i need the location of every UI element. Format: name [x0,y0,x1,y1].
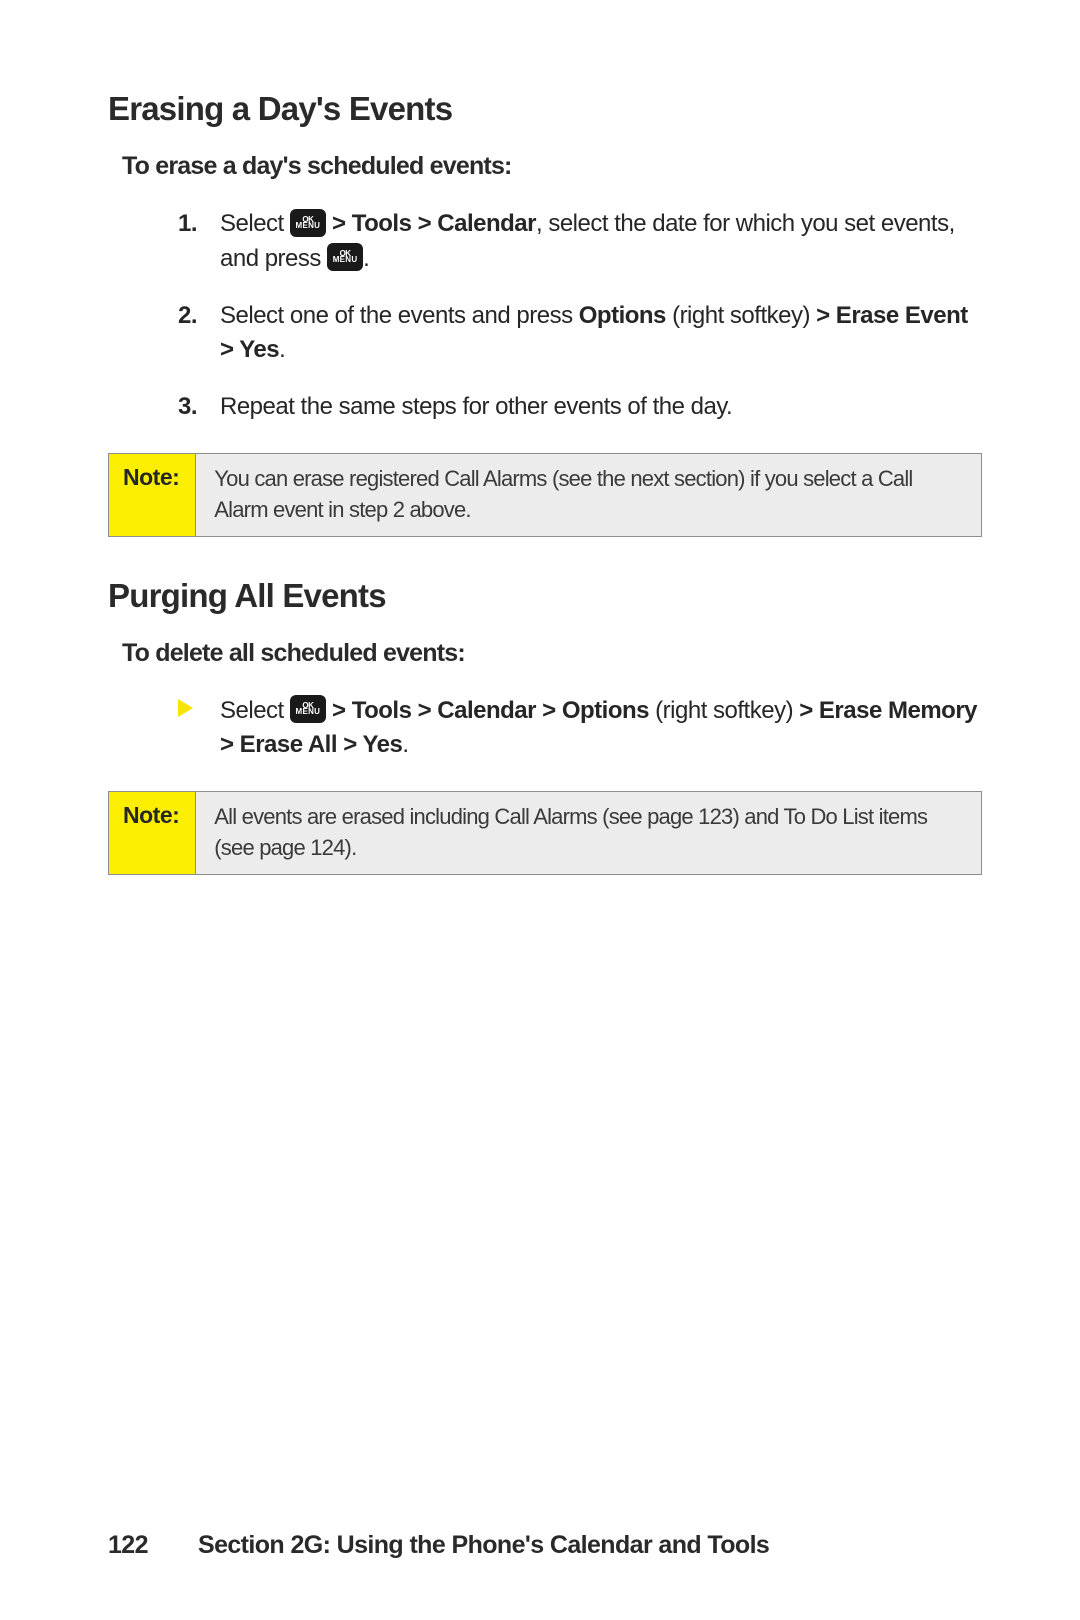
note-body: All events are erased including Call Ala… [196,792,981,874]
menu-ok-key-icon [290,695,326,723]
note-label: Note: [109,454,196,536]
page-number: 122 [108,1531,198,1560]
step-3: 3. Repeat the same steps for other event… [178,390,982,425]
manual-page: Erasing a Day's Events To erase a day's … [0,0,1080,875]
bullet-text: Select [220,697,290,724]
heading-purging-all-events: Purging All Events [108,577,982,615]
step-text: Select one of the events and press [220,302,579,329]
steps-erase-day: 1. Select > Tools > Calendar, select the… [108,207,982,425]
triangle-bullet-icon [178,699,193,717]
footer-section-title: Section 2G: Using the Phone's Calendar a… [198,1531,769,1560]
step-bold: > Tools > Calendar [326,210,536,237]
step-text: . [279,336,285,363]
subheading-delete-all: To delete all scheduled events: [122,639,982,668]
note-body: You can erase registered Call Alarms (se… [196,454,981,536]
subheading-erase-day: To erase a day's scheduled events: [122,152,982,181]
bullet-item: Select > Tools > Calendar > Options (rig… [178,694,982,764]
bullet-bold: > Tools > Calendar > Options [326,697,649,724]
step-number: 2. [178,299,197,334]
menu-ok-key-icon [327,243,363,271]
step-text: Select [220,210,290,237]
menu-ok-key-icon [290,209,326,237]
note-box: Note: You can erase registered Call Alar… [108,453,982,537]
heading-erasing-days-events: Erasing a Day's Events [108,90,982,128]
step-bold: Options [579,302,666,329]
step-number: 1. [178,207,197,242]
step-2: 2. Select one of the events and press Op… [178,299,982,369]
note-label: Note: [109,792,196,874]
page-footer: 122 Section 2G: Using the Phone's Calend… [108,1531,982,1560]
step-number: 3. [178,390,197,425]
step-text: . [363,245,369,272]
note-box: Note: All events are erased including Ca… [108,791,982,875]
step-text: Repeat the same steps for other events o… [220,393,732,420]
bullet-list-purge: Select > Tools > Calendar > Options (rig… [108,694,982,764]
bullet-text: (right softkey) [649,697,799,724]
bullet-text: . [402,731,408,758]
step-text: (right softkey) [666,302,816,329]
step-1: 1. Select > Tools > Calendar, select the… [178,207,982,277]
